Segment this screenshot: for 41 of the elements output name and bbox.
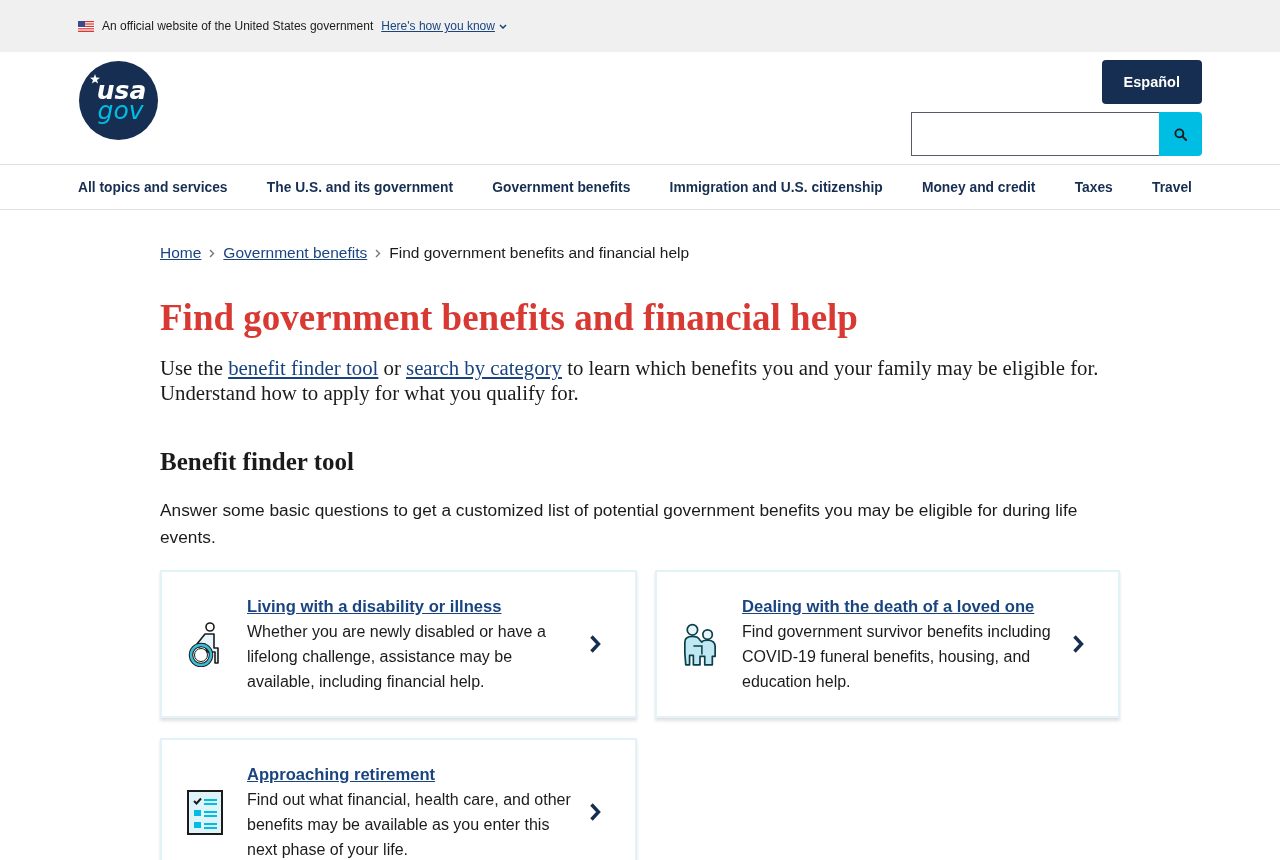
nav-link[interactable]: Immigration and U.S. citizenship [669,179,883,195]
how-you-know-link[interactable]: Here's how you know [381,19,507,33]
text-link[interactable]: search by category [406,356,562,379]
search-field[interactable] [911,112,1159,156]
nav-link[interactable]: Travel [1152,179,1192,195]
page-title: Find government benefits and financial help [160,298,859,338]
text-link[interactable]: benefit finder tool [228,356,379,379]
nav-link[interactable]: The U.S. and its government [266,179,454,195]
card-title-link[interactable]: Approaching retirement [247,762,571,787]
nav-link[interactable]: Money and credit [921,179,1036,195]
nav-link[interactable]: All topics and services [78,179,228,195]
search-button[interactable] [1159,112,1202,156]
breadcrumb-link[interactable]: Home [160,244,202,262]
nav-link[interactable]: Taxes [1074,179,1113,195]
chevron-right-icon [375,248,382,258]
section-heading: Benefit finder tool [160,448,355,476]
checklist-icon [187,789,223,835]
caret-icon [498,23,507,29]
breadcrumb-link[interactable]: Government benefits [223,244,368,262]
language-button[interactable]: Español [1101,60,1202,104]
chevron-right-icon [589,634,601,654]
section-description: Answer some basic questions to get a customized list of potential government benefits you may be eligible for during life events. [160,499,1079,549]
chevron-right-icon [1072,634,1084,654]
card-description: Whether you are newly disabled or have a lifelong challenge, assistance may be available, including financial help. [247,622,547,692]
nav-link[interactable]: Government benefits [492,179,631,195]
flag-icon [78,20,94,32]
site-logo[interactable]: usa gov [79,61,158,140]
benefit-card[interactable]: Approaching retirement Find out what financial, health care, and other benefits may be available as you enter this next phase of your life. [160,738,637,860]
breadcrumb-current: Find government benefits and financial help [389,244,690,262]
official-site-notice: An official website of the United States government [102,19,374,33]
card-description: Find out what financial, health care, and other benefits may be available as you enter this next phase of your life. [247,790,571,860]
chevron-right-icon [209,248,216,258]
search-icon [1174,127,1187,141]
chevron-right-icon [589,802,601,822]
card-title-link[interactable]: Living with a disability or illness [247,594,571,619]
card-description: Find government survivor benefits including COVID-19 funeral benefits, housing, and education help. [742,622,1052,692]
intro-paragraph: Use the benefit finder tool or search by category to learn which benefits you and your family may be eligible for. Understand how to apply for what you qualify for. [160,355,1100,405]
benefit-card[interactable]: Living with a disability or illness Whether you are newly disabled or have a lifelong challenge, assistance may be available, including financial help. [160,570,637,718]
family-icon [682,621,718,667]
card-title-link[interactable]: Dealing with the death of a loved one [742,594,1066,619]
benefit-card[interactable]: Dealing with the death of a loved one Find government survivor benefits including COVID-19 funeral benefits, housing, and education help. [655,570,1120,718]
